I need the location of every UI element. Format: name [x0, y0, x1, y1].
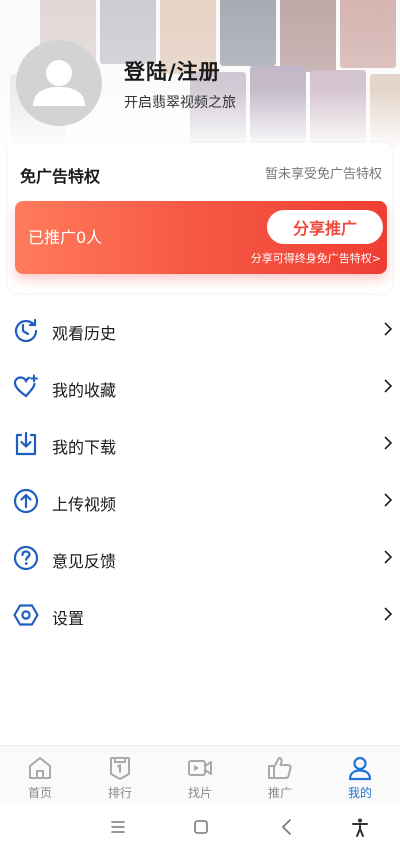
- upload-icon: [13, 488, 39, 514]
- menu-item-history[interactable]: 观看历史: [0, 301, 400, 358]
- menu-item-settings[interactable]: 设置: [0, 586, 400, 643]
- user-icon: [348, 756, 372, 781]
- history-icon: [14, 318, 38, 343]
- tab-promote[interactable]: 推广: [240, 746, 320, 806]
- tab-label-promote: 推广: [267, 786, 292, 800]
- login-register-link[interactable]: 登陆/注册: [124, 56, 221, 86]
- tab-label-home: 首页: [27, 786, 52, 800]
- video-camera-icon: [188, 760, 212, 776]
- chevron-right-icon: [384, 493, 393, 507]
- tab-ranking[interactable]: 排行: [80, 746, 160, 806]
- avatar[interactable]: [16, 40, 102, 126]
- tab-label-find-video: 找片: [187, 786, 212, 800]
- menu-label-downloads: 我的下载: [52, 438, 117, 457]
- menu-label-favorites: 我的收藏: [52, 381, 117, 400]
- menu-item-downloads[interactable]: 我的下载: [0, 415, 400, 472]
- ranking-icon: [110, 757, 130, 780]
- tab-home[interactable]: 首页: [0, 746, 80, 806]
- default-user-avatar-icon: [33, 60, 85, 106]
- promo-banner: 已推广0人 分享推广 分享可得终身免广告特权>: [15, 201, 387, 274]
- home-square-icon[interactable]: [191, 817, 211, 837]
- chevron-right-icon: [384, 607, 393, 621]
- favorite-heart-icon: [13, 374, 38, 398]
- ad-free-title: 免广告特权: [20, 167, 101, 186]
- menu-item-favorites[interactable]: 我的收藏: [0, 358, 400, 415]
- promoted-count: 已推广0人: [28, 228, 103, 247]
- menu-item-upload[interactable]: 上传视频: [0, 472, 400, 529]
- menu-label-history: 观看历史: [52, 324, 117, 343]
- back-chevron-icon[interactable]: [277, 817, 297, 837]
- share-hint-link[interactable]: 分享可得终身免广告特权>: [251, 250, 381, 266]
- accessibility-icon[interactable]: [350, 817, 370, 837]
- system-nav-bar: [0, 805, 400, 850]
- profile-header: 登陆/注册 开启翡翠视频之旅: [0, 0, 400, 150]
- tab-label-mine: 我的: [347, 786, 372, 800]
- home-icon: [29, 757, 51, 779]
- profile-page: 登陆/注册 开启翡翠视频之旅 免广告特权 暂未享受免广告特权 已推广0人 分享推…: [0, 0, 400, 850]
- tab-label-ranking: 排行: [107, 786, 132, 800]
- ad-free-status: 暂未享受免广告特权: [264, 167, 382, 182]
- menu-item-feedback[interactable]: 意见反馈: [0, 529, 400, 586]
- tab-mine[interactable]: 我的: [320, 746, 400, 806]
- menu-label-upload: 上传视频: [52, 495, 117, 514]
- menu-lines-icon[interactable]: [108, 817, 128, 837]
- thumbs-up-icon: [268, 757, 292, 779]
- tab-find-video[interactable]: 找片: [160, 746, 240, 806]
- settings-icon: [13, 604, 39, 626]
- menu-label-feedback: 意见反馈: [52, 552, 117, 571]
- menu-label-settings: 设置: [52, 609, 85, 628]
- login-subtitle: 开启翡翠视频之旅: [124, 95, 236, 111]
- bottom-tab-bar: 首页 排行 找片 推广 我的: [0, 745, 400, 805]
- feedback-question-icon: [13, 545, 39, 571]
- chevron-right-icon: [384, 322, 393, 336]
- chevron-right-icon: [384, 550, 393, 564]
- download-icon: [15, 431, 37, 456]
- profile-menu: 观看历史 我的收藏 我的下载 上传视频 意见反馈 设置: [0, 301, 400, 643]
- chevron-right-icon: [384, 379, 393, 393]
- ad-free-card: 免广告特权 暂未享受免广告特权 已推广0人 分享推广 分享可得终身免广告特权>: [8, 143, 392, 293]
- chevron-right-icon: [384, 436, 393, 450]
- share-promote-button[interactable]: 分享推广: [267, 210, 383, 244]
